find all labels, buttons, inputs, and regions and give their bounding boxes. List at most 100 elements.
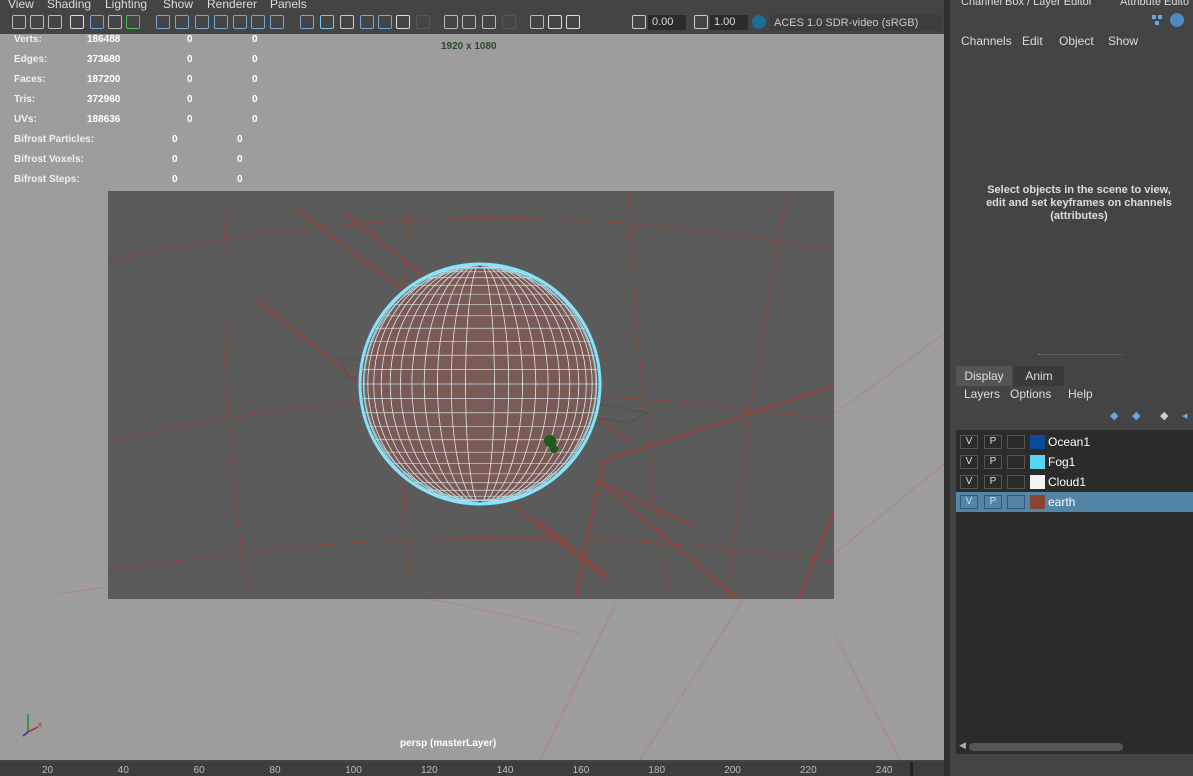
menu-help[interactable]: Help [1068, 387, 1093, 401]
xray-joints-icon[interactable] [548, 15, 562, 29]
view-transform-select[interactable]: ACES 1.0 SDR-video (sRGB) [770, 15, 942, 31]
menu-view[interactable]: View [8, 0, 34, 11]
current-time-marker[interactable] [910, 762, 913, 776]
gate-mask-icon[interactable] [214, 15, 228, 29]
camera-icon[interactable] [12, 15, 26, 29]
menu-renderer[interactable]: Renderer [207, 0, 257, 11]
exposure-field[interactable]: 0.00 [648, 15, 686, 30]
layer-display-type-toggle[interactable] [1007, 475, 1025, 489]
gamma-field[interactable]: 1.00 [710, 15, 748, 30]
move-layer-down-icon[interactable]: ◆ [1132, 409, 1140, 422]
gamma-icon[interactable] [694, 15, 708, 29]
viewport-menubar: View Shading Lighting Show Renderer Pane… [0, 0, 944, 12]
film-gate-icon[interactable] [175, 15, 189, 29]
layer-playback-toggle[interactable]: P [984, 435, 1002, 449]
image-plane-icon[interactable] [90, 15, 104, 29]
isolate-select-icon[interactable] [530, 15, 544, 29]
menu-layers[interactable]: Layers [964, 387, 1000, 401]
layer-color-swatch[interactable] [1030, 435, 1045, 449]
channel-box-icon[interactable] [1150, 13, 1164, 27]
safe-action-icon[interactable] [251, 15, 265, 29]
lock-camera-icon[interactable] [30, 15, 44, 29]
field-chart-icon[interactable] [233, 15, 247, 29]
layer-visibility-toggle[interactable]: V [960, 455, 978, 469]
textures-icon[interactable] [566, 15, 580, 29]
ambient-occlusion-icon[interactable] [444, 15, 458, 29]
scroll-thumb[interactable] [969, 743, 1123, 751]
menu-shading[interactable]: Shading [47, 0, 91, 11]
layer-visibility-toggle[interactable]: V [960, 495, 978, 509]
layer-row-earth[interactable]: V P earth [956, 492, 1193, 512]
layer-color-swatch[interactable] [1030, 495, 1045, 509]
layer-playback-toggle[interactable]: P [984, 455, 1002, 469]
bookmark-icon[interactable] [70, 15, 84, 29]
exposure-icon[interactable] [632, 15, 646, 29]
layer-row-fog1[interactable]: V P Fog1 [956, 452, 1193, 472]
anti-alias-icon[interactable] [482, 15, 496, 29]
menu-show[interactable]: Show [163, 0, 193, 11]
svg-text:x: x [38, 720, 42, 729]
layer-name[interactable]: Cloud1 [1048, 475, 1086, 489]
menu-lighting[interactable]: Lighting [105, 0, 147, 11]
scroll-left-icon[interactable]: ◀ [959, 740, 966, 751]
menu-panels[interactable]: Panels [270, 0, 307, 11]
safe-title-icon[interactable] [270, 15, 284, 29]
shadows-icon[interactable] [416, 15, 430, 29]
tab-display[interactable]: Display [956, 366, 1012, 386]
2d-pan-zoom-icon[interactable] [108, 15, 122, 29]
channel-box-tab[interactable]: Channel Box / Layer Editor [961, 0, 1092, 8]
attribute-editor-tab[interactable]: Attribute Edito [1120, 0, 1189, 8]
layer-name[interactable]: Ocean1 [1048, 435, 1090, 449]
menu-edit[interactable]: Edit [1022, 34, 1043, 48]
layer-display-type-toggle[interactable] [1007, 435, 1025, 449]
layer-color-swatch[interactable] [1030, 475, 1045, 489]
new-layer-selected-icon[interactable]: ◂ [1182, 409, 1188, 422]
viewport-toolbar: 0.00 1.00 ACES 1.0 SDR-video (sRGB) [0, 12, 944, 35]
smooth-shade-icon[interactable] [320, 15, 334, 29]
wireframe-on-shaded-icon[interactable] [360, 15, 374, 29]
wireframe-icon[interactable] [300, 15, 314, 29]
layer-row-ocean1[interactable]: V P Ocean1 [956, 432, 1193, 452]
hud-value: 0 [252, 74, 258, 85]
grease-pencil-icon[interactable] [126, 15, 140, 29]
attribute-editor-icon[interactable] [1170, 13, 1184, 27]
menu-options[interactable]: Options [1010, 387, 1051, 401]
layer-playback-toggle[interactable]: P [984, 495, 1002, 509]
depth-of-field-icon[interactable] [502, 15, 516, 29]
time-slider[interactable]: 20 40 60 80 100 120 140 160 180 200 220 240 [0, 762, 944, 776]
hud-value: 188636 [87, 114, 121, 125]
lights-icon[interactable] [396, 15, 410, 29]
channel-box-panel: Channel Box / Layer Editor Attribute Edi… [950, 0, 1193, 776]
perspective-viewport[interactable]: Verts: 186488 0 0 Edges: 373680 0 0 Faces:… [0, 34, 944, 760]
resolution-gate-icon[interactable] [195, 15, 209, 29]
camera-attr-icon[interactable] [48, 15, 62, 29]
menu-object[interactable]: Object [1059, 34, 1094, 48]
layer-name[interactable]: Fog1 [1048, 455, 1075, 469]
layer-row-cloud1[interactable]: V P Cloud1 [956, 472, 1193, 492]
timeline-tick: 160 [572, 765, 590, 776]
xray-icon[interactable] [378, 15, 392, 29]
hud-label: Edges: [14, 54, 48, 65]
hud-value: 187200 [87, 74, 121, 85]
default-material-icon[interactable] [340, 15, 354, 29]
hud-value: 186488 [87, 34, 121, 45]
layer-visibility-toggle[interactable]: V [960, 475, 978, 489]
layer-playback-toggle[interactable]: P [984, 475, 1002, 489]
new-layer-icon[interactable]: ◆ [1160, 409, 1168, 422]
layer-display-type-toggle[interactable] [1007, 495, 1025, 509]
color-management-icon[interactable] [752, 15, 766, 29]
tab-anim[interactable]: Anim [1014, 366, 1064, 386]
bifrost-label: Bifrost Particles: [14, 134, 95, 145]
layer-display-type-toggle[interactable] [1007, 455, 1025, 469]
layer-name[interactable]: earth [1048, 495, 1075, 509]
timeline-tick: 140 [496, 765, 514, 776]
layer-visibility-toggle[interactable]: V [960, 435, 978, 449]
menu-channels[interactable]: Channels [961, 34, 1012, 48]
layer-list-scrollbar[interactable]: ◀ [956, 740, 1193, 754]
menu-show-cb[interactable]: Show [1108, 34, 1138, 48]
move-layer-up-icon[interactable]: ◆ [1110, 409, 1118, 422]
layer-color-swatch[interactable] [1030, 455, 1045, 469]
motion-blur-icon[interactable] [462, 15, 476, 29]
grid-icon[interactable] [156, 15, 170, 29]
panel-drag-handle[interactable] [1038, 354, 1122, 357]
